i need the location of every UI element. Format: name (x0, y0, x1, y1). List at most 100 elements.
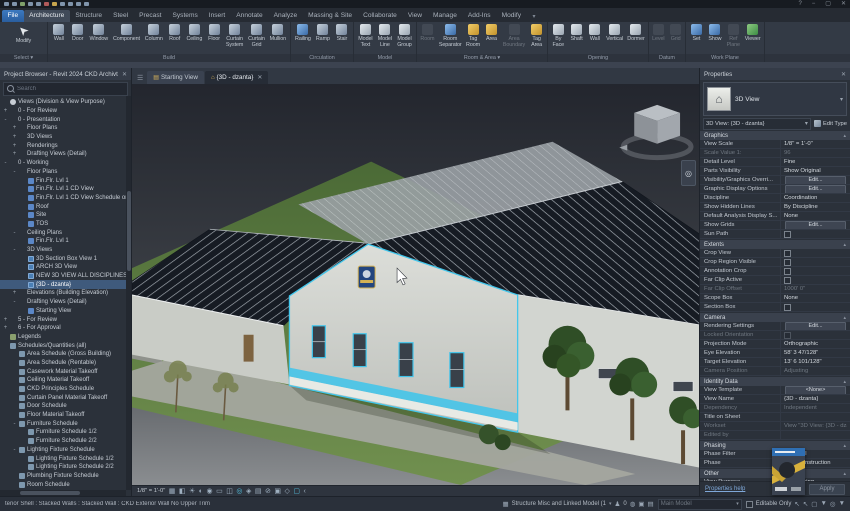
section-header-identity-data[interactable]: Identity Data▴ (700, 376, 850, 386)
property-value[interactable]: Coordination (784, 195, 817, 201)
type-selector[interactable]: ⌂ 3D View ▾ (703, 82, 847, 116)
displacement-sets-icon[interactable]: ◇ (285, 488, 290, 495)
property-row-visibility-graphics-overri[interactable]: Visibility/Graphics Overri...Edit... (700, 176, 850, 185)
restore-icon[interactable]: ▢ (825, 0, 831, 8)
property-value[interactable]: None (784, 295, 798, 301)
property-value[interactable]: By Discipline (784, 204, 818, 210)
column-button[interactable]: Column (144, 24, 164, 42)
ribbon-options-icon[interactable]: ▾ (527, 13, 542, 22)
ramp-button[interactable]: Ramp (315, 24, 331, 42)
tree-item-floor-material-takeoff[interactable]: Floor Material Takeoff (0, 411, 131, 420)
property-row-scope-box[interactable]: Scope BoxNone (700, 294, 850, 303)
property-row-parts-visibility[interactable]: Parts VisibilityShow Original (700, 167, 850, 176)
tag-area-button[interactable]: Tag Area (529, 24, 545, 48)
tree-item-ceiling-plans[interactable]: -Ceiling Plans (0, 228, 131, 237)
mullion-button[interactable]: Mullion (269, 24, 287, 42)
collapse-icon[interactable]: ▴ (843, 315, 846, 321)
ribbon-tab-systems[interactable]: Systems (167, 10, 203, 22)
dormer-button[interactable]: Dormer (626, 24, 645, 42)
tree-item-0-working[interactable]: -0 - Working (0, 159, 131, 168)
edit-button[interactable]: Edit... (785, 185, 846, 193)
tree-item-fin-flr-lvl-1[interactable]: Fin.Flr. Lvl 1 (0, 237, 131, 246)
tree-item-0-for-review[interactable]: +0 - For Review (0, 107, 131, 116)
crop-view-icon[interactable]: ▭ (216, 488, 223, 495)
tree-expander[interactable]: + (3, 325, 8, 331)
tree-expander[interactable]: - (12, 421, 17, 427)
modify-button[interactable]: ➤Modify (15, 24, 32, 44)
property-row-show-grids[interactable]: Show GridsEdit... (700, 221, 850, 230)
property-row-sun-path[interactable]: Sun Path (700, 230, 850, 239)
property-row-show-hidden-lines[interactable]: Show Hidden LinesBy Discipline (700, 203, 850, 212)
tree-item-furniture-schedule[interactable]: -Furniture Schedule (0, 419, 131, 428)
property-row-view-template[interactable]: View Template<None> (700, 386, 850, 395)
tree-item-roof[interactable]: Roof (0, 202, 131, 211)
selection-toggle-icon[interactable]: ◎ (830, 500, 836, 508)
tree-item-fin-flr-lvl-1-cd-view-schedule-on-she[interactable]: Fin.Flr. Lvl 1 CD View Schedule on She (0, 194, 131, 203)
ribbon-tab-insert[interactable]: Insert (203, 10, 231, 22)
3d-view-canvas[interactable]: ◎ (132, 84, 699, 485)
edit-type-button[interactable]: Edit Type (814, 120, 847, 127)
sun-path-icon[interactable]: ☀ (189, 488, 195, 495)
view-tab-3d-dzanta[interactable]: ⌂{3D - dzanta}✕ (205, 71, 268, 84)
edit-button[interactable]: Edit... (785, 176, 846, 184)
browser-vertical-scrollbar[interactable] (126, 96, 131, 490)
measure-icon[interactable] (52, 2, 57, 6)
temporary-view-properties-icon[interactable]: ▤ (255, 488, 262, 495)
tag-room-button[interactable]: Tag Room (465, 24, 481, 48)
thin-lines-icon[interactable] (84, 2, 89, 6)
tree-item-tos[interactable]: TOS (0, 220, 131, 229)
collapse-icon[interactable]: ▴ (843, 242, 846, 248)
component-button[interactable]: Component (112, 24, 141, 42)
browser-search-box[interactable] (3, 82, 128, 96)
select-links-icon[interactable]: ↖ (794, 500, 799, 508)
area-button[interactable]: Area (483, 24, 499, 42)
curtain-system-button[interactable]: Curtain System (225, 24, 244, 48)
ribbon-tab-structure[interactable]: Structure (70, 10, 108, 22)
tree-item-3d-views[interactable]: -3D Views (0, 246, 131, 255)
property-row-locked-orientation[interactable]: Locked Orientation (700, 331, 850, 340)
scale-control[interactable]: 1/8" = 1'-0" (137, 488, 165, 494)
property-value[interactable]: 1000' 0" (784, 286, 805, 292)
tree-expander[interactable]: + (12, 134, 17, 140)
section-box-checkbox[interactable] (784, 304, 791, 311)
sun-path-checkbox[interactable] (784, 231, 791, 238)
tree-expander[interactable]: - (12, 169, 17, 175)
scrollbar-thumb[interactable] (127, 191, 131, 271)
property-row-graphic-display-options[interactable]: Graphic Display OptionsEdit... (700, 185, 850, 194)
tree-item-3d-views[interactable]: +3D Views (0, 133, 131, 142)
tree-item-drafting-views-detail[interactable]: -Drafting Views (Detail) (0, 298, 131, 307)
tree-item-0-presentation[interactable]: -0 - Presentation (0, 115, 131, 124)
collapse-bar-icon[interactable]: ‹ (304, 488, 306, 495)
tree-item-casework-material-takeoff[interactable]: Casework Material Takeoff (0, 367, 131, 376)
property-value[interactable]: Orthographic (784, 341, 818, 347)
ribbon-tab-manage[interactable]: Manage (428, 10, 463, 22)
property-value[interactable]: 96 (784, 150, 791, 156)
window-button[interactable]: Window (89, 24, 110, 42)
tree-item-new-3d-view-all-disciplines[interactable]: NEW 3D VIEW ALL DISCIPLINES (0, 272, 131, 281)
ribbon-tab-massing-site[interactable]: Massing & Site (303, 10, 358, 22)
none-button[interactable]: <None> (785, 386, 846, 394)
property-value[interactable]: Show Original (784, 168, 821, 174)
ribbon-tab-annotate[interactable]: Annotate (231, 10, 268, 22)
ribbon-tab-view[interactable]: View (402, 10, 427, 22)
chevron-down-icon[interactable]: ▾ (840, 96, 843, 103)
scrollbar-thumb[interactable] (20, 491, 80, 495)
tree-item-lighting-fixture-schedule-1-2[interactable]: Lighting Fixture Schedule 1/2 (0, 454, 131, 463)
property-value[interactable]: Fine (784, 159, 795, 165)
view-tab-starting-view[interactable]: ▤Starting View (147, 71, 204, 84)
collapse-icon[interactable]: ▴ (843, 443, 846, 449)
tree-expander[interactable]: - (12, 447, 17, 453)
properties-header[interactable]: Properties ✕ (700, 68, 850, 80)
tree-item-floor-plans[interactable]: -Floor Plans (0, 168, 131, 177)
browser-horizontal-scrollbar[interactable] (0, 490, 126, 496)
show-rendering-dialog-icon[interactable]: ◉ (207, 488, 213, 495)
property-value[interactable]: None (784, 213, 798, 219)
tree-item-starting-view[interactable]: Starting View (0, 307, 131, 316)
sync-icon[interactable] (20, 2, 25, 6)
tree-expander[interactable]: - (12, 299, 17, 305)
collapse-icon[interactable]: ▴ (843, 379, 846, 385)
tree-item-views-division-view-purpose[interactable]: Views (Division & View Purpose) (0, 98, 131, 107)
property-row-edited-by[interactable]: Edited by (700, 431, 850, 440)
property-row-rendering-settings[interactable]: Rendering SettingsEdit... (700, 322, 850, 331)
property-row-title-on-sheet[interactable]: Title on Sheet (700, 413, 850, 422)
